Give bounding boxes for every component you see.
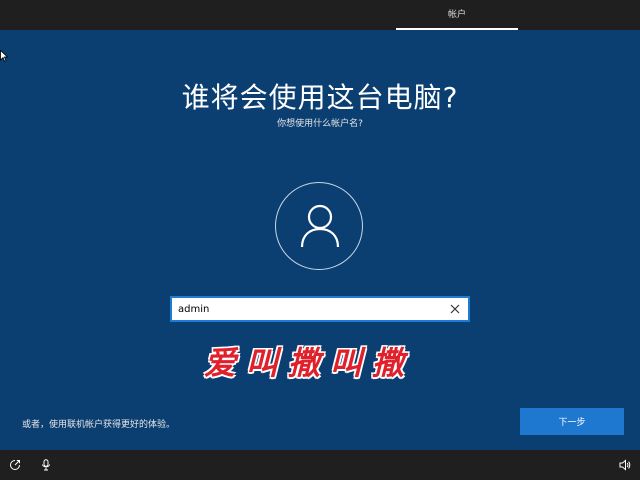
volume-icon[interactable] <box>619 459 631 471</box>
user-icon <box>300 204 340 248</box>
watermark-char: 撒 <box>288 344 321 382</box>
watermark-char: 爱 <box>204 344 237 382</box>
watermark: 爱 叫 撒 叫 撒 <box>200 338 420 382</box>
mouse-cursor-icon <box>0 50 8 62</box>
watermark-char: 叫 <box>330 344 363 382</box>
bottom-bar <box>0 450 640 480</box>
tab-account: 帐户 <box>396 0 518 30</box>
page-subtitle: 你想使用什么帐户名? <box>277 119 363 129</box>
microphone-icon[interactable] <box>40 459 52 471</box>
clear-icon[interactable] <box>448 302 462 316</box>
account-name-field[interactable] <box>170 296 470 322</box>
top-bar: 帐户 <box>0 0 640 30</box>
watermark-char: 撒 <box>372 344 405 382</box>
account-name-input[interactable] <box>178 300 438 318</box>
next-button[interactable]: 下一步 <box>520 408 624 435</box>
avatar <box>275 182 363 270</box>
online-account-link[interactable]: 或者，使用联机帐户获得更好的体验。 <box>22 417 175 430</box>
ease-of-access-icon[interactable] <box>9 459 21 471</box>
watermark-char: 叫 <box>246 344 279 382</box>
page-title: 谁将会使用这台电脑? <box>181 81 459 114</box>
